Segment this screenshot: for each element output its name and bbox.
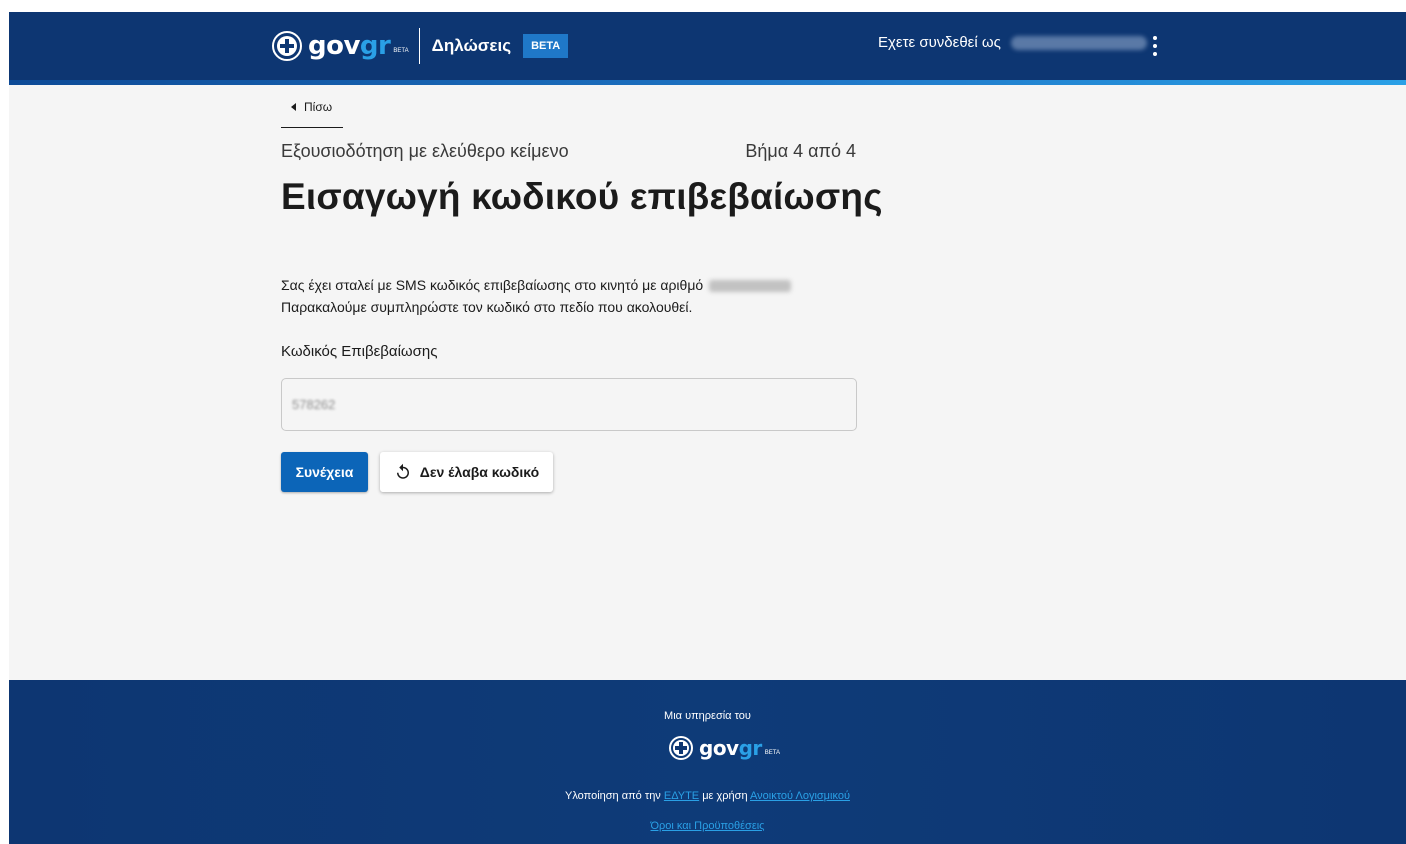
continue-button[interactable]: Συνέχεια <box>281 452 368 492</box>
beta-badge: BETA <box>523 34 569 58</box>
page-title: Εισαγωγή κωδικού επιβεβαίωσης <box>281 176 883 217</box>
logo-beta: BETA <box>393 48 409 54</box>
greek-emblem-icon <box>272 31 302 61</box>
edyte-link[interactable]: ΕΔΥΤΕ <box>664 790 699 802</box>
resend-code-label: Δεν έλαβα κωδικό <box>419 464 540 480</box>
more-menu-icon[interactable] <box>1149 36 1161 56</box>
footer-logo-gr: gr <box>738 736 763 760</box>
site-header: gov gr BETA Δηλώσεις BETA Εχετε συνδεθεί … <box>9 12 1406 80</box>
logged-in-as: Εχετε συνδεθεί ως <box>878 34 1147 51</box>
footer-logo-beta: BETA <box>764 750 781 756</box>
footer-service-of: Μια υπηρεσία του <box>664 710 751 722</box>
page-frame: gov gr BETA Δηλώσεις BETA Εχετε συνδεθεί … <box>9 12 1406 844</box>
back-label: Πίσω <box>304 100 333 114</box>
step-indicator: Βήμα 4 από 4 <box>745 141 856 161</box>
sms-message-line2: Παρακαλούμε συμπληρώστε τον κωδικό στο π… <box>281 299 693 315</box>
logged-in-label: Εχετε συνδεθεί ως <box>878 34 1001 51</box>
footer-logo[interactable]: gov gr BETA <box>669 736 780 760</box>
form-subtitle: Εξουσιοδότηση με ελεύθερο κείμενο <box>281 141 569 161</box>
footer-terms: Όροι και Προϋποθέσεις <box>9 820 1406 832</box>
header-stripe <box>9 80 1406 85</box>
resend-code-button[interactable]: Δεν έλαβα κωδικό <box>380 452 553 492</box>
code-input[interactable]: 578262 <box>281 378 857 431</box>
site-footer: Μια υπηρεσία του gov gr BETA Υλοποίηση απ… <box>9 680 1406 844</box>
impl-middle: με χρήση <box>702 790 748 802</box>
code-field-label: Κωδικός Επιβεβαίωσης <box>281 343 438 360</box>
brand-divider <box>418 28 420 64</box>
sms-message: Σας έχει σταλεί με SMS κωδικός επιβεβαίω… <box>281 274 881 318</box>
refresh-icon <box>396 463 409 479</box>
brand[interactable]: gov gr BETA Δηλώσεις BETA <box>272 28 569 64</box>
footer-greek-emblem-icon <box>669 736 693 760</box>
logo-gr: gr <box>359 31 391 61</box>
logo-gov: gov <box>308 31 360 61</box>
redacted-phone-number <box>709 280 792 293</box>
sms-message-line1: Σας έχει σταλεί με SMS κωδικός επιβεβαίω… <box>281 277 704 293</box>
redacted-username <box>1010 35 1147 50</box>
terms-link[interactable]: Όροι και Προϋποθέσεις <box>651 820 765 832</box>
footer-implementation: Υλοποίηση από την ΕΔΥΤΕ με χρήση Ανοικτο… <box>9 790 1406 802</box>
caret-left-icon <box>291 103 296 111</box>
impl-prefix: Υλοποίηση από την <box>565 790 661 802</box>
app-name[interactable]: Δηλώσεις <box>432 36 511 56</box>
footer-logo-gov: gov <box>699 736 739 760</box>
code-input-value: 578262 <box>292 397 336 412</box>
open-source-link[interactable]: Ανοικτού Λογισμικού <box>750 790 850 802</box>
back-link[interactable]: Πίσω <box>281 100 343 128</box>
